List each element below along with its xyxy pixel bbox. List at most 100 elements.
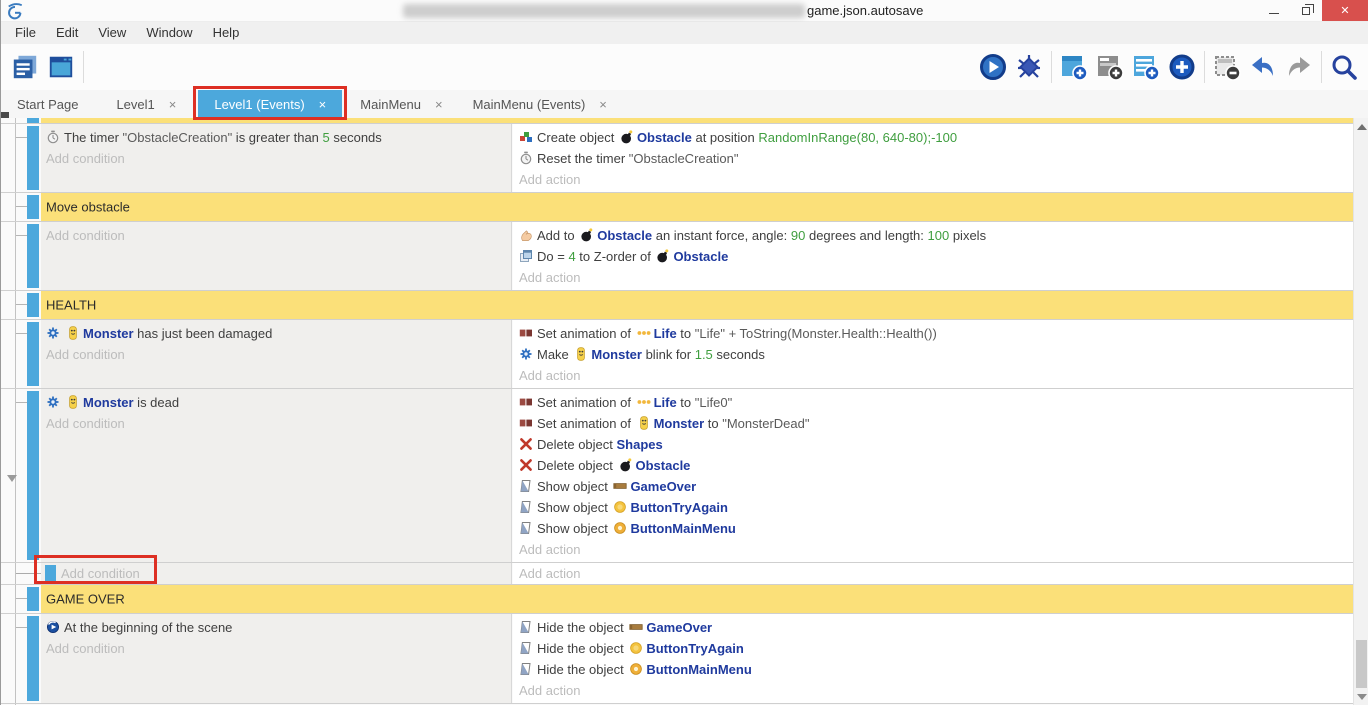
- group-header-label: GAME OVER: [46, 592, 125, 607]
- event-select-bar[interactable]: [27, 195, 39, 219]
- conditions-column: At the beginning of the sceneAdd conditi…: [41, 614, 512, 703]
- delete-cross-icon: [519, 437, 533, 451]
- close-button[interactable]: ✕: [1322, 0, 1368, 21]
- menu-help[interactable]: Help: [203, 22, 250, 44]
- action-line[interactable]: Show object GameOver: [519, 476, 1353, 497]
- event-row[interactable]: Monster has just been damagedAdd conditi…: [1, 320, 1368, 389]
- tab-close-icon[interactable]: ×: [319, 97, 327, 112]
- tab-mainmenu[interactable]: MainMenu ×: [348, 90, 454, 118]
- event-select-bar[interactable]: [27, 587, 39, 611]
- undo-icon[interactable]: [1245, 49, 1281, 85]
- event-row[interactable]: Add condition Add to Obstacle an instant …: [1, 222, 1368, 291]
- event-select-bar[interactable]: [27, 224, 39, 288]
- event-select-bar[interactable]: [27, 322, 39, 386]
- condition-line[interactable]: The timer "ObstacleCreation" is greater …: [46, 127, 511, 148]
- scroll-up-icon[interactable]: [1357, 124, 1367, 130]
- condition-line[interactable]: Monster is dead: [46, 392, 511, 413]
- minimize-button[interactable]: [1258, 0, 1290, 21]
- action-line[interactable]: Set animation of Life to "Life0": [519, 392, 1353, 413]
- action-line[interactable]: Reset the timer "ObstacleCreation": [519, 148, 1353, 169]
- sub-event-row[interactable]: Add condition Add action: [1, 563, 1368, 585]
- search-icon[interactable]: [1326, 49, 1362, 85]
- scroll-down-icon[interactable]: [1357, 694, 1367, 700]
- menu-file[interactable]: File: [5, 22, 46, 44]
- event-select-bar[interactable]: [27, 391, 39, 560]
- event-select-bar[interactable]: [27, 118, 39, 123]
- action-line[interactable]: Show object ButtonMainMenu: [519, 518, 1353, 539]
- group-header-fill: [41, 291, 1353, 319]
- add-custom-icon[interactable]: [1164, 49, 1200, 85]
- add-comment-icon[interactable]: [1128, 49, 1164, 85]
- project-manager-icon[interactable]: [7, 49, 43, 85]
- object-name: ButtonMainMenu: [630, 521, 735, 536]
- tab-level1-events[interactable]: Level1 (Events) ×: [198, 90, 342, 118]
- restore-button[interactable]: [1290, 0, 1322, 21]
- add-condition-placeholder[interactable]: Add condition: [46, 638, 511, 659]
- action-line[interactable]: Hide the object ButtonTryAgain: [519, 638, 1353, 659]
- object-name: ButtonTryAgain: [646, 641, 744, 656]
- add-condition-placeholder[interactable]: Add condition: [46, 413, 511, 434]
- action-line[interactable]: Delete object Obstacle: [519, 455, 1353, 476]
- add-action-placeholder[interactable]: Add action: [519, 169, 1353, 190]
- expand-subevents-icon[interactable]: [7, 475, 17, 482]
- group-header[interactable]: Move obstacle: [1, 193, 1368, 222]
- action-line[interactable]: Show object ButtonTryAgain: [519, 497, 1353, 518]
- redo-icon[interactable]: [1281, 49, 1317, 85]
- run-preview-icon[interactable]: [975, 49, 1011, 85]
- action-line[interactable]: Make Monster blink for 1.5 seconds: [519, 344, 1353, 365]
- tab-close-icon[interactable]: ×: [169, 97, 177, 112]
- action-line[interactable]: Set animation of Life to "Life" + ToStri…: [519, 323, 1353, 344]
- group-header[interactable]: GAME OVER: [1, 585, 1368, 614]
- delete-event-icon[interactable]: [1209, 49, 1245, 85]
- event-row[interactable]: The timer "ObstacleCreation" is greater …: [1, 124, 1368, 193]
- object-name: Monster: [83, 395, 134, 410]
- add-action-placeholder[interactable]: Add action: [519, 539, 1353, 560]
- add-condition-placeholder[interactable]: Add condition: [61, 563, 511, 584]
- add-action-placeholder[interactable]: Add action: [519, 680, 1353, 701]
- menu-view[interactable]: View: [88, 22, 136, 44]
- add-condition-placeholder[interactable]: Add condition: [46, 148, 511, 169]
- condition-line[interactable]: At the beginning of the scene: [46, 617, 511, 638]
- event-row[interactable]: Monster is deadAdd condition Set animatio…: [1, 389, 1368, 563]
- event-select-bar[interactable]: [45, 565, 56, 582]
- behavior-gear-icon: [46, 326, 60, 340]
- string-literal: "ObstacleCreation": [123, 130, 233, 145]
- add-action-placeholder[interactable]: Add action: [519, 365, 1353, 386]
- condition-line[interactable]: Monster has just been damaged: [46, 323, 511, 344]
- object-reference: ButtonTryAgain: [627, 641, 744, 656]
- tab-close-icon[interactable]: ×: [599, 97, 607, 112]
- tree-tick: [16, 402, 27, 403]
- menu-window[interactable]: Window: [136, 22, 202, 44]
- placeholder-text: Add action: [519, 566, 580, 581]
- event-row[interactable]: At the beginning of the sceneAdd conditi…: [1, 614, 1368, 704]
- scrollbar[interactable]: [1353, 118, 1368, 705]
- event-select-bar[interactable]: [27, 293, 39, 317]
- object-reference: Obstacle: [617, 458, 691, 473]
- group-header[interactable]: HEALTH: [1, 291, 1368, 320]
- action-line[interactable]: Hide the object ButtonMainMenu: [519, 659, 1353, 680]
- action-line[interactable]: Delete object Shapes: [519, 434, 1353, 455]
- action-line[interactable]: Do = 4 to Z-order of Obstacle: [519, 246, 1353, 267]
- tab-level1[interactable]: Level1 ×: [104, 90, 188, 118]
- add-subevent-icon[interactable]: [1092, 49, 1128, 85]
- add-event-icon[interactable]: [1056, 49, 1092, 85]
- event-select-bar[interactable]: [27, 616, 39, 701]
- add-condition-placeholder[interactable]: Add condition: [46, 344, 511, 365]
- add-action-placeholder[interactable]: Add action: [519, 267, 1353, 288]
- event-select-bar[interactable]: [27, 126, 39, 190]
- action-line[interactable]: Create object Obstacle at position Rando…: [519, 127, 1353, 148]
- tab-mainmenu-events[interactable]: MainMenu (Events) ×: [461, 90, 619, 118]
- add-condition-placeholder[interactable]: Add condition: [46, 225, 511, 246]
- text: Hide the object: [537, 620, 627, 635]
- scrollbar-thumb[interactable]: [1356, 640, 1367, 688]
- add-action-placeholder[interactable]: Add action: [519, 563, 1353, 584]
- tab-close-icon[interactable]: ×: [435, 97, 443, 112]
- action-line[interactable]: Add to Obstacle an instant force, angle:…: [519, 225, 1353, 246]
- editors-window-icon[interactable]: [43, 49, 79, 85]
- menu-edit[interactable]: Edit: [46, 22, 88, 44]
- tab-start-page[interactable]: Start Page: [5, 90, 90, 118]
- debugger-bug-icon[interactable]: [1011, 49, 1047, 85]
- life-dots-icon: [637, 395, 651, 409]
- action-line[interactable]: Hide the object GameOver: [519, 617, 1353, 638]
- action-line[interactable]: Set animation of Monster to "MonsterDead…: [519, 413, 1353, 434]
